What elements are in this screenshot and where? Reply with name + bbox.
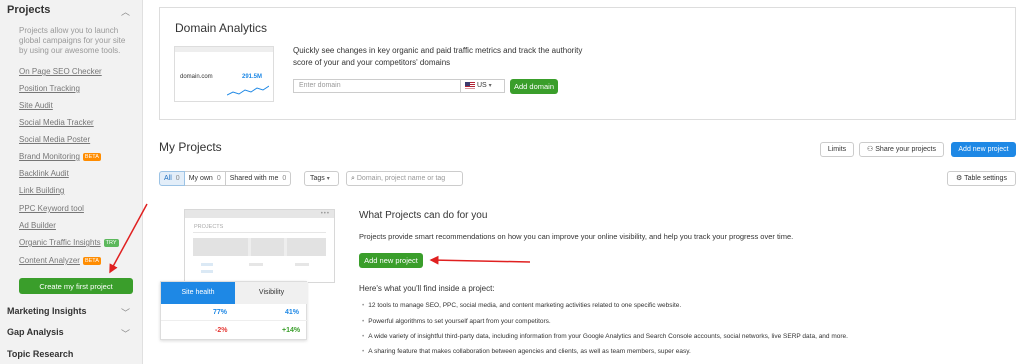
chevron-down-icon[interactable]: ﹀ [121, 306, 130, 319]
sidebar: Projects ︿ Projects allow you to launch … [0, 0, 143, 364]
sidebar-description: Projects allow you to launch global camp… [19, 26, 126, 55]
promo-bullet: A wide variety of insightful third-party… [362, 333, 848, 340]
promo-bullet: 12 tools to manage SEO, PPC, social medi… [362, 302, 681, 309]
sidebar-item-link-building[interactable]: Link Building [19, 186, 64, 195]
project-search-input[interactable]: ⌕ Domain, project name or tag [346, 171, 463, 186]
visibility-value: 41% [285, 309, 300, 316]
country-select[interactable]: US ▾ [461, 79, 505, 93]
illustration-divider [193, 232, 326, 233]
sidebar-item-social-media-tracker[interactable]: Social Media Tracker [19, 118, 94, 127]
share-projects-button[interactable]: ⚇ Share your projects [859, 142, 944, 157]
beta-badge: BETA [82, 152, 101, 161]
site-health-change: -2% [215, 327, 228, 334]
domain-analytics-description: Quickly see changes in key organic and p… [293, 46, 583, 67]
chevron-down-icon: ▾ [326, 176, 330, 182]
sidebar-item-position-tracking[interactable]: Position Tracking [19, 84, 80, 93]
illustration-title-bar: ••• [185, 210, 334, 218]
domain-analytics-title: Domain Analytics [175, 21, 268, 35]
filter-all[interactable]: All 0 [159, 171, 185, 186]
try-badge: TRY [103, 238, 119, 247]
chevron-up-icon[interactable]: ︿ [121, 5, 130, 18]
add-new-project-promo-button[interactable]: Add new project [359, 253, 423, 268]
add-domain-button[interactable]: Add domain [510, 79, 558, 94]
sidebar-item-content-analyzer[interactable]: Content Analyzer BETA [19, 256, 101, 265]
domain-analytics-preview: domain.com 291.5M [174, 46, 274, 102]
chevron-down-icon[interactable]: ﹀ [121, 327, 130, 340]
search-icon: ⌕ [351, 175, 355, 182]
add-new-project-button[interactable]: Add new project [951, 142, 1016, 157]
sidebar-item-social-media-poster[interactable]: Social Media Poster [19, 135, 90, 144]
preview-value: 291.5M [242, 74, 263, 80]
project-filter-tabs: All 0 My own 0 Shared with me 0 [159, 171, 292, 186]
preview-domain: domain.com [180, 74, 213, 80]
domain-analytics-panel: Domain Analytics domain.com 291.5M Quick… [159, 7, 1016, 120]
sidebar-section-marketing-insights[interactable]: Marketing Insights [7, 306, 87, 316]
my-projects-title: My Projects [159, 140, 222, 154]
beta-badge: BETA [82, 256, 101, 265]
visibility-stats-card: Site health Visibility 77% 41% -2% +14% [160, 281, 308, 340]
sidebar-item-backlink-audit[interactable]: Backlink Audit [19, 169, 69, 178]
table-settings-button[interactable]: ⚙ Table settings [947, 171, 1016, 186]
visibility-header: Visibility [235, 282, 308, 304]
tags-dropdown[interactable]: Tags ▾ [304, 171, 339, 186]
illustration-table [193, 238, 326, 256]
limits-button[interactable]: Limits [820, 142, 854, 157]
sidebar-section-topic-research[interactable]: Topic Research [7, 349, 73, 359]
sparkline-icon [227, 85, 269, 96]
gear-icon: ⚙ [956, 175, 963, 182]
sidebar-item-on-page-seo-checker[interactable]: On Page SEO Checker [19, 67, 102, 76]
domain-input[interactable]: Enter domain [293, 79, 461, 93]
illustration-label: PROJECTS [194, 224, 224, 230]
sidebar-item-ppc-keyword-tool[interactable]: PPC Keyword tool [19, 204, 84, 213]
chevron-down-icon: ▾ [488, 83, 492, 89]
visibility-change: +14% [282, 327, 301, 334]
preview-bar [175, 47, 273, 52]
sidebar-title[interactable]: Projects [7, 4, 50, 16]
sidebar-item-ad-builder[interactable]: Ad Builder [19, 221, 56, 230]
promo-subtitle: Here's what you'll find inside a project… [359, 284, 495, 293]
sidebar-item-organic-traffic-insights[interactable]: Organic Traffic Insights TRY [19, 238, 119, 247]
promo-bullet: A sharing feature that makes collaborati… [362, 348, 691, 355]
dots-icon: ••• [320, 211, 330, 217]
red-arrow-add-project [429, 255, 531, 265]
filter-shared-with-me[interactable]: Shared with me 0 [225, 171, 292, 186]
sidebar-section-gap-analysis[interactable]: Gap Analysis [7, 327, 64, 337]
promo-title: What Projects can do for you [359, 210, 488, 221]
filter-my-own[interactable]: My own 0 [184, 171, 226, 186]
promo-bullet: Powerful algorithms to set yourself apar… [362, 318, 550, 325]
sidebar-item-brand-monitoring[interactable]: Brand Monitoring BETA [19, 152, 101, 161]
promo-text: Projects provide smart recommendations o… [359, 232, 794, 241]
sidebar-item-site-audit[interactable]: Site Audit [19, 101, 53, 110]
create-first-project-button[interactable]: Create my first project [19, 278, 133, 294]
share-icon: ⚇ [867, 146, 874, 153]
site-health-header: Site health [161, 282, 235, 304]
site-health-value: 77% [213, 309, 228, 316]
us-flag-icon [465, 81, 475, 89]
projects-illustration: ••• PROJECTS [184, 209, 335, 283]
